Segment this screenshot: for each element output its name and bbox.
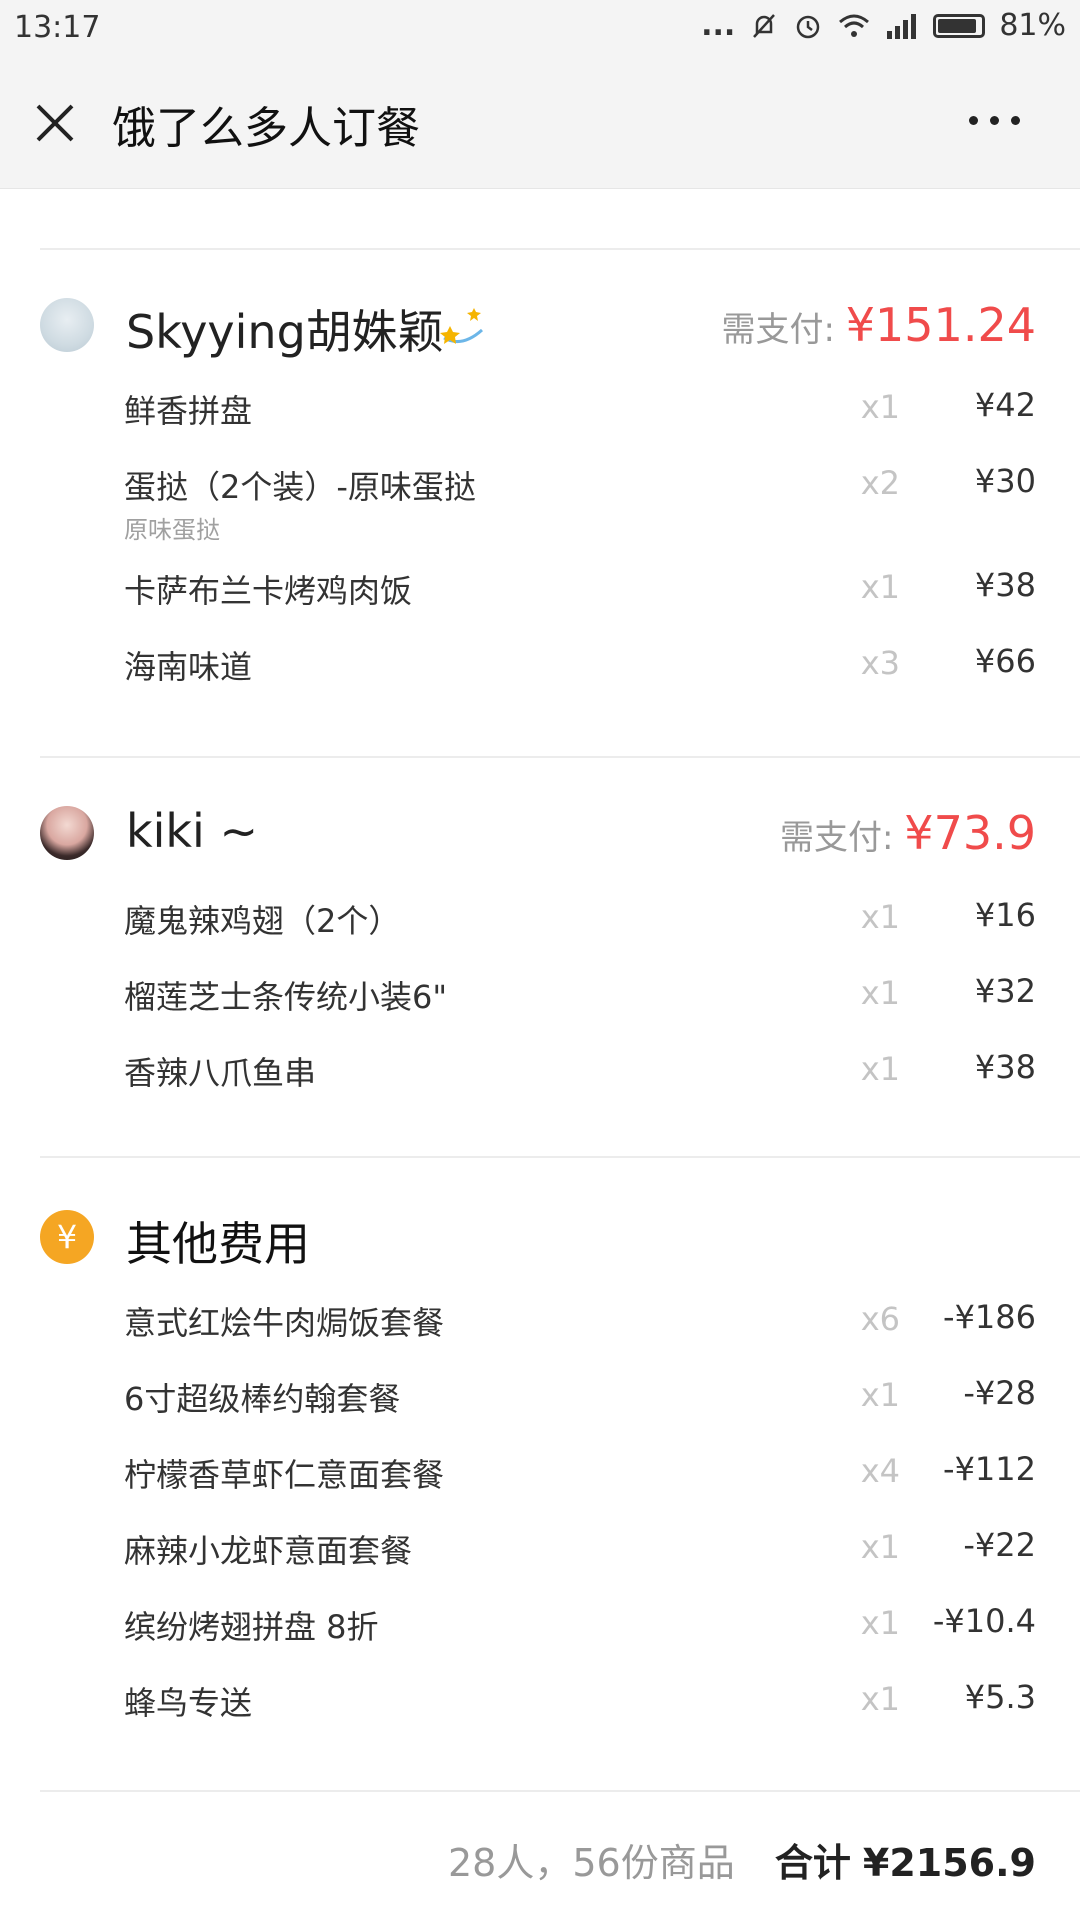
pay-label: 需支付: bbox=[780, 818, 894, 858]
wifi-icon bbox=[839, 14, 870, 37]
item-price: -¥112 bbox=[943, 1450, 1036, 1488]
list-item: 麻辣小龙虾意面套餐 x1 -¥22 bbox=[124, 1526, 1036, 1576]
user-name: kiki ~ bbox=[126, 804, 259, 858]
item-qty: x3 bbox=[860, 644, 900, 682]
list-item: 海南味道 x3 ¥66 bbox=[124, 642, 1036, 692]
title-bar: 饿了么多人订餐 bbox=[0, 60, 1080, 189]
section-title: 其他费用 bbox=[126, 1217, 310, 1271]
item-name: 意式红烩牛肉焗饭套餐 bbox=[124, 1304, 445, 1342]
list-item: 鲜香拼盘 x1 ¥42 bbox=[124, 386, 1036, 436]
item-qty: x4 bbox=[860, 1452, 900, 1490]
item-price: ¥38 bbox=[974, 1048, 1036, 1086]
list-item: 魔鬼辣鸡翅（2个） x1 ¥16 bbox=[124, 896, 1036, 946]
more-dot-icon bbox=[990, 116, 999, 125]
battery-percent: 81% bbox=[999, 8, 1066, 43]
item-qty: x1 bbox=[860, 568, 900, 606]
status-icons: ... 81% bbox=[701, 8, 1066, 43]
user-name: Skyying胡姝颖 bbox=[126, 305, 444, 359]
more-dots-icon: ... bbox=[701, 8, 736, 43]
item-name: 香辣八爪鱼串 bbox=[124, 1054, 317, 1092]
item-price: ¥42 bbox=[974, 386, 1036, 424]
alarm-icon bbox=[797, 15, 820, 38]
divider bbox=[40, 756, 1080, 758]
item-qty: x1 bbox=[860, 1528, 900, 1566]
list-item: 柠檬香草虾仁意面套餐 x4 -¥112 bbox=[124, 1450, 1036, 1500]
item-name: 榴莲芝士条传统小装6" bbox=[124, 978, 448, 1016]
pay-amount: ¥151.24 bbox=[845, 298, 1036, 352]
total-amount: ¥2156.9 bbox=[862, 1841, 1036, 1885]
pay-summary: 需支付: ¥73.9 bbox=[780, 806, 1036, 860]
list-item: 6寸超级棒约翰套餐 x1 -¥28 bbox=[124, 1374, 1036, 1424]
more-dot-icon bbox=[969, 116, 978, 125]
divider bbox=[40, 1156, 1080, 1158]
item-name: 蜂鸟专送 bbox=[124, 1684, 253, 1722]
sparkle-emoji-icon bbox=[440, 308, 484, 344]
avatar bbox=[40, 806, 94, 860]
item-name: 蛋挞（2个装）-原味蛋挞 bbox=[124, 468, 476, 506]
order-summary: 28人，56份商品 合计 ¥2156.9 bbox=[448, 1832, 1036, 1887]
item-qty: x1 bbox=[860, 1376, 900, 1414]
item-qty: x1 bbox=[860, 898, 900, 936]
avatar bbox=[40, 298, 94, 352]
item-price: ¥66 bbox=[974, 642, 1036, 680]
list-item: 蛋挞（2个装）-原味蛋挞 原味蛋挞 x2 ¥30 bbox=[124, 462, 1036, 544]
pay-summary: 需支付: ¥151.24 bbox=[721, 298, 1036, 352]
item-price: -¥22 bbox=[963, 1526, 1036, 1564]
item-name: 鲜香拼盘 bbox=[124, 392, 253, 430]
item-name: 麻辣小龙虾意面套餐 bbox=[124, 1532, 413, 1570]
item-price: ¥16 bbox=[974, 896, 1036, 934]
more-dot-icon bbox=[1011, 116, 1020, 125]
list-item: 意式红烩牛肉焗饭套餐 x6 -¥186 bbox=[124, 1298, 1036, 1348]
item-name: 海南味道 bbox=[124, 648, 253, 686]
pay-label: 需支付: bbox=[721, 310, 835, 350]
item-price: ¥30 bbox=[974, 462, 1036, 500]
divider bbox=[40, 248, 1080, 250]
battery-icon bbox=[933, 13, 986, 38]
list-item: 蜂鸟专送 x1 ¥5.3 bbox=[124, 1678, 1036, 1728]
item-qty: x1 bbox=[860, 1050, 900, 1088]
user-header-skyying: Skyying胡姝颖 需支付: ¥151.24 bbox=[40, 292, 1036, 362]
status-time: 13:17 bbox=[14, 10, 101, 45]
list-item: 卡萨布兰卡烤鸡肉饭 x1 ¥38 bbox=[124, 566, 1036, 616]
pay-amount: ¥73.9 bbox=[904, 806, 1036, 860]
item-name: 6寸超级棒约翰套餐 bbox=[124, 1380, 401, 1418]
item-name: 缤纷烤翅拼盘 8折 bbox=[124, 1608, 379, 1646]
item-name: 柠檬香草虾仁意面套餐 bbox=[124, 1456, 445, 1494]
item-qty: x1 bbox=[860, 1604, 900, 1642]
close-icon[interactable] bbox=[32, 100, 78, 146]
item-price: -¥28 bbox=[963, 1374, 1036, 1412]
item-name: 魔鬼辣鸡翅（2个） bbox=[124, 902, 401, 940]
item-name: 卡萨布兰卡烤鸡肉饭 bbox=[124, 572, 413, 610]
list-item: 缤纷烤翅拼盘 8折 x1 -¥10.4 bbox=[124, 1602, 1036, 1652]
item-qty: x2 bbox=[860, 464, 900, 502]
signal-icon bbox=[887, 13, 917, 39]
list-item: 香辣八爪鱼串 x1 ¥38 bbox=[124, 1048, 1036, 1098]
other-fees-header: ¥ 其他费用 bbox=[40, 1204, 1036, 1274]
order-count: 28人，56份商品 bbox=[448, 1841, 735, 1885]
item-price: ¥5.3 bbox=[964, 1678, 1036, 1716]
mute-bell-icon bbox=[753, 13, 776, 38]
list-item: 榴莲芝士条传统小装6" x1 ¥32 bbox=[124, 972, 1036, 1022]
divider bbox=[40, 1790, 1080, 1792]
more-options-button[interactable] bbox=[969, 116, 1020, 125]
item-price: ¥32 bbox=[974, 972, 1036, 1010]
item-subtitle: 原味蛋挞 bbox=[124, 516, 220, 544]
item-price: -¥186 bbox=[943, 1298, 1036, 1336]
total-label: 合计 bbox=[774, 1841, 851, 1885]
item-price: ¥38 bbox=[974, 566, 1036, 604]
status-bar: 13:17 ... 81% bbox=[0, 0, 1080, 60]
item-qty: x6 bbox=[860, 1300, 900, 1338]
page-title: 饿了么多人订餐 bbox=[112, 103, 420, 154]
user-header-kiki: kiki ~ 需支付: ¥73.9 bbox=[40, 800, 1036, 870]
item-price: -¥10.4 bbox=[932, 1602, 1036, 1640]
yen-icon: ¥ bbox=[40, 1210, 94, 1264]
item-qty: x1 bbox=[860, 1680, 900, 1718]
item-qty: x1 bbox=[860, 388, 900, 426]
item-qty: x1 bbox=[860, 974, 900, 1012]
